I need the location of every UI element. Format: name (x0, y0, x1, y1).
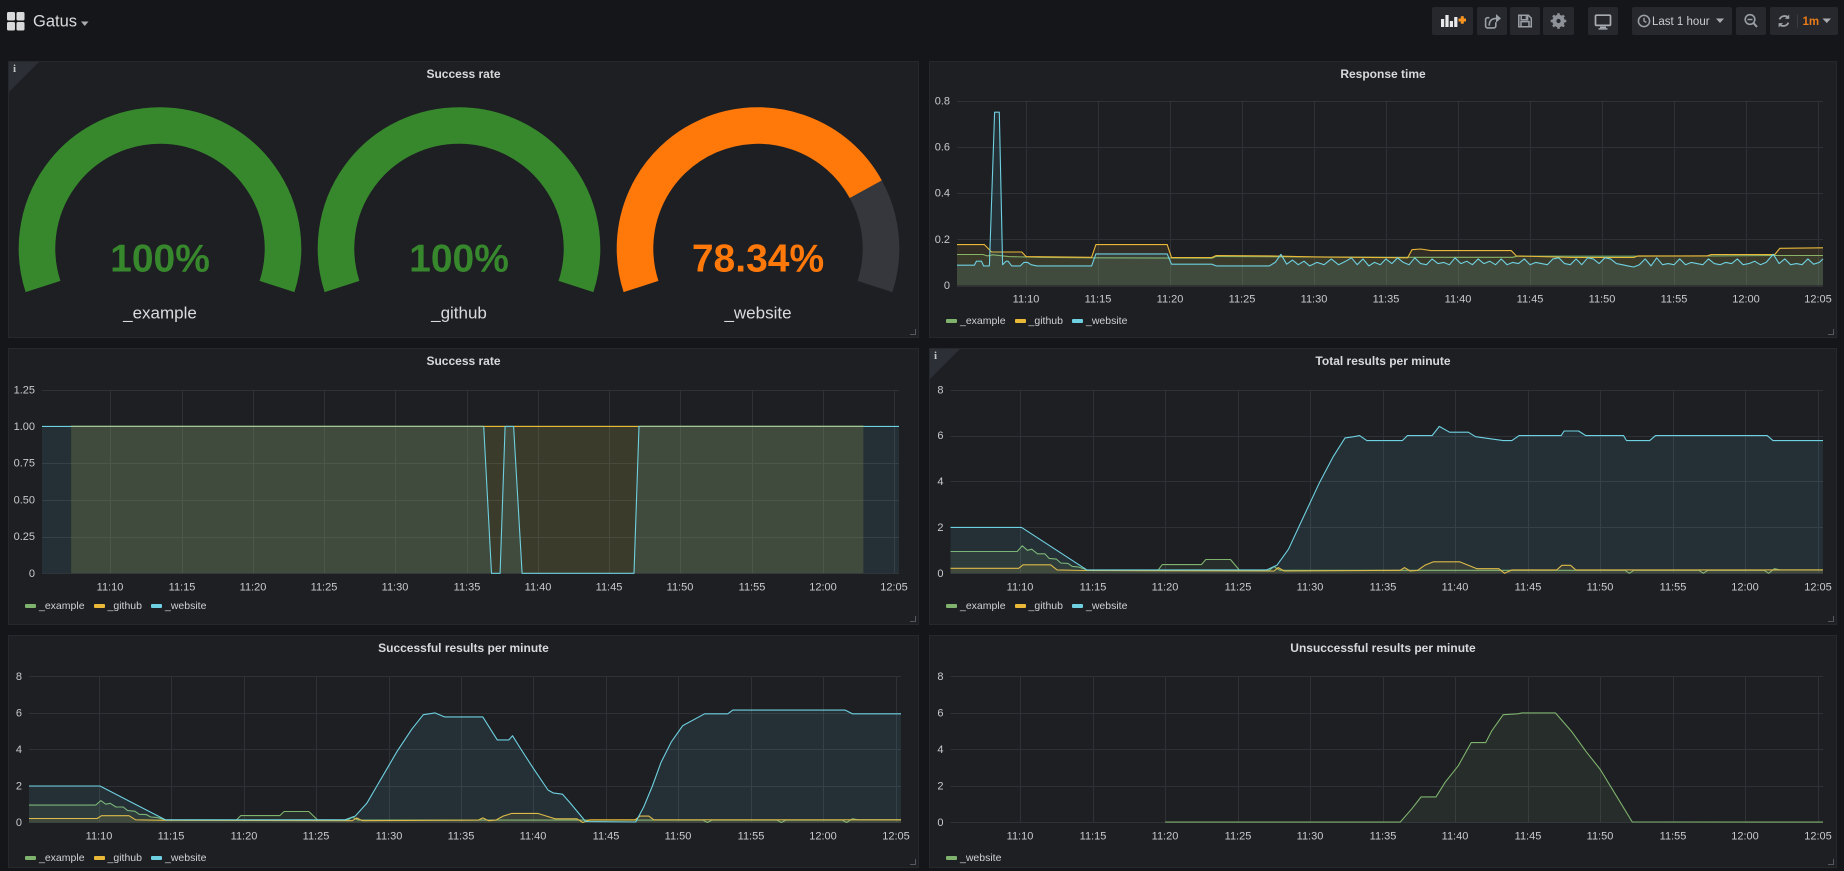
svg-text:0.50: 0.50 (14, 494, 35, 506)
svg-text:11:55: 11:55 (1660, 581, 1687, 593)
svg-text:0: 0 (16, 817, 22, 829)
svg-text:8: 8 (937, 671, 943, 683)
svg-text:12:00: 12:00 (1731, 581, 1759, 593)
svg-text:11:20: 11:20 (1157, 294, 1184, 306)
svg-text:11:40: 11:40 (1445, 294, 1472, 306)
svg-text:4: 4 (937, 476, 943, 488)
svg-text:8: 8 (16, 671, 22, 683)
svg-text:11:50: 11:50 (665, 831, 692, 843)
svg-text:2: 2 (16, 781, 22, 793)
svg-text:11:10: 11:10 (1007, 831, 1034, 843)
svg-text:0: 0 (937, 817, 943, 829)
svg-text:11:45: 11:45 (1517, 294, 1544, 306)
svg-text:12:05: 12:05 (882, 831, 910, 843)
svg-text:6: 6 (937, 430, 943, 442)
svg-text:11:35: 11:35 (1373, 294, 1400, 306)
svg-text:_github: _github (430, 304, 487, 323)
svg-text:100%: 100% (110, 237, 210, 280)
svg-text:11:15: 11:15 (1080, 831, 1107, 843)
svg-text:11:35: 11:35 (454, 581, 481, 593)
svg-text:11:45: 11:45 (593, 831, 620, 843)
svg-text:11:35: 11:35 (1370, 581, 1397, 593)
svg-text:11:20: 11:20 (240, 581, 267, 593)
svg-text:11:10: 11:10 (97, 581, 124, 593)
svg-text:_example: _example (122, 304, 197, 323)
svg-text:0: 0 (944, 280, 950, 292)
svg-text:11:45: 11:45 (1515, 831, 1542, 843)
svg-text:11:25: 11:25 (1225, 831, 1252, 843)
svg-text:11:30: 11:30 (1301, 294, 1328, 306)
svg-text:11:25: 11:25 (1225, 581, 1252, 593)
svg-text:12:05: 12:05 (1804, 831, 1832, 843)
svg-text:11:20: 11:20 (1152, 581, 1179, 593)
svg-text:11:10: 11:10 (1013, 294, 1040, 306)
svg-text:0: 0 (937, 568, 943, 580)
svg-text:1m: 1m (1803, 16, 1820, 28)
svg-text:0: 0 (29, 568, 35, 580)
svg-text:11:30: 11:30 (382, 581, 409, 593)
svg-text:11:50: 11:50 (1589, 294, 1616, 306)
svg-text:12:00: 12:00 (1732, 294, 1760, 306)
svg-text:12:00: 12:00 (1731, 831, 1759, 843)
svg-text:78.34%: 78.34% (692, 237, 824, 280)
svg-text:11:45: 11:45 (596, 581, 623, 593)
svg-text:11:25: 11:25 (1229, 294, 1256, 306)
svg-text:11:55: 11:55 (1660, 831, 1687, 843)
svg-text:Gatus: Gatus (33, 13, 77, 31)
svg-text:4: 4 (937, 744, 943, 756)
svg-text:0.25: 0.25 (14, 531, 35, 543)
svg-text:11:55: 11:55 (739, 581, 766, 593)
svg-text:Last 1 hour: Last 1 hour (1652, 16, 1710, 28)
svg-text:11:30: 11:30 (376, 831, 403, 843)
svg-text:11:40: 11:40 (1442, 831, 1469, 843)
svg-text:11:40: 11:40 (520, 831, 547, 843)
svg-text:6: 6 (16, 707, 22, 719)
svg-text:11:55: 11:55 (738, 831, 765, 843)
svg-text:0.2: 0.2 (935, 234, 950, 246)
svg-text:11:15: 11:15 (1080, 581, 1107, 593)
svg-text:12:05: 12:05 (1804, 294, 1832, 306)
svg-text:11:50: 11:50 (1587, 831, 1614, 843)
svg-text:11:35: 11:35 (448, 831, 475, 843)
svg-text:6: 6 (937, 707, 943, 719)
svg-text:11:25: 11:25 (303, 831, 330, 843)
svg-text:0.75: 0.75 (14, 458, 35, 470)
svg-text:11:25: 11:25 (311, 581, 338, 593)
svg-text:1.00: 1.00 (14, 421, 35, 433)
svg-text:11:10: 11:10 (86, 831, 113, 843)
svg-text:12:00: 12:00 (809, 581, 837, 593)
svg-text:11:45: 11:45 (1515, 581, 1542, 593)
svg-text:11:35: 11:35 (1370, 831, 1397, 843)
svg-text:_website: _website (723, 304, 791, 323)
svg-text:8: 8 (937, 384, 943, 396)
svg-text:12:00: 12:00 (809, 831, 837, 843)
svg-text:11:20: 11:20 (1152, 831, 1179, 843)
svg-text:11:40: 11:40 (525, 581, 552, 593)
svg-text:100%: 100% (409, 237, 509, 280)
svg-text:1.25: 1.25 (14, 384, 35, 396)
svg-text:11:55: 11:55 (1661, 294, 1688, 306)
svg-text:11:20: 11:20 (231, 831, 258, 843)
svg-text:11:30: 11:30 (1297, 831, 1324, 843)
svg-text:11:15: 11:15 (1085, 294, 1112, 306)
svg-text:11:10: 11:10 (1007, 581, 1034, 593)
svg-text:11:40: 11:40 (1442, 581, 1469, 593)
svg-text:0.4: 0.4 (935, 188, 950, 200)
svg-text:11:15: 11:15 (158, 831, 185, 843)
svg-text:12:05: 12:05 (1804, 581, 1832, 593)
svg-text:11:30: 11:30 (1297, 581, 1324, 593)
svg-text:11:50: 11:50 (1587, 581, 1614, 593)
svg-text:0.8: 0.8 (935, 95, 950, 107)
svg-text:11:15: 11:15 (169, 581, 196, 593)
svg-text:12:05: 12:05 (880, 581, 908, 593)
svg-text:11:50: 11:50 (667, 581, 694, 593)
svg-text:2: 2 (937, 781, 943, 793)
svg-text:0.6: 0.6 (935, 142, 950, 154)
svg-text:2: 2 (937, 522, 943, 534)
svg-text:4: 4 (16, 744, 22, 756)
